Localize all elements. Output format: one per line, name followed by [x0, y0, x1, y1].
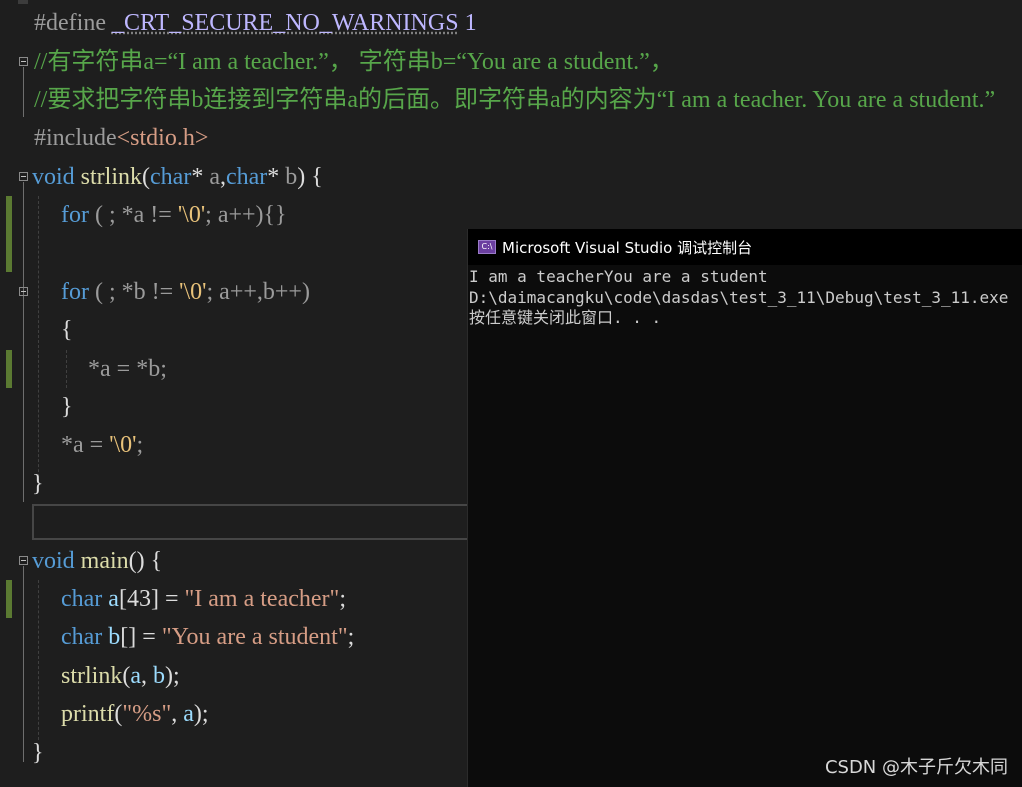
- debug-console-window[interactable]: C:\ Microsoft Visual Studio 调试控制台 I am a…: [467, 229, 1022, 787]
- punct: );: [165, 663, 180, 689]
- code-text: ; a++,b++): [206, 279, 310, 305]
- char-literal: '\0': [177, 202, 206, 228]
- punct: *: [267, 164, 286, 190]
- macro-value: 1: [458, 10, 477, 36]
- change-bar: [6, 580, 12, 618]
- code-line-decl-b: char b[] = "You are a student";: [61, 618, 354, 656]
- define-directive: #define: [34, 10, 112, 36]
- punct: () {: [128, 548, 163, 574]
- outline-line: [23, 566, 24, 762]
- code-line-call-printf: printf("%s", a);: [61, 695, 209, 733]
- code-line-for-1: for ( ; *a != '\0'; a++){}: [61, 196, 287, 234]
- identifier: a: [183, 701, 194, 727]
- code-line-define: #define _CRT_SECURE_NO_WARNINGS 1: [34, 4, 477, 42]
- function-name: strlink: [74, 164, 143, 190]
- code-line-main-signature: void main() {: [32, 542, 162, 580]
- code-text: *a =: [61, 432, 110, 458]
- code-text: ; a++){}: [205, 202, 287, 228]
- punct: *: [191, 164, 210, 190]
- indent-guide: [38, 196, 39, 482]
- keyword-char: char: [150, 164, 192, 190]
- punct: );: [193, 701, 209, 727]
- param-a: a: [209, 164, 220, 190]
- string-literal: "You are a student": [161, 624, 348, 650]
- change-bar: [6, 350, 12, 388]
- keyword-void: void: [32, 548, 75, 574]
- keyword-for: for: [61, 202, 89, 228]
- param-b: b: [285, 164, 298, 190]
- keyword-char: char: [225, 164, 268, 190]
- code-text: ( ; *a !=: [88, 202, 178, 228]
- keyword-char: char: [61, 586, 103, 612]
- punct: ) {: [297, 164, 323, 190]
- console-title-bar[interactable]: C:\ Microsoft Visual Studio 调试控制台: [468, 229, 1022, 265]
- punct: (: [142, 164, 151, 190]
- code-line-strlink-signature: void strlink(char* a,char* b) {: [32, 158, 323, 196]
- code-line-assign: *a = *b;: [88, 356, 167, 382]
- function-name: main: [74, 548, 129, 574]
- collapse-icon[interactable]: [19, 287, 28, 296]
- console-title: Microsoft Visual Studio 调试控制台: [502, 239, 753, 257]
- code-line-end-main: }: [32, 740, 44, 766]
- punct: ;: [347, 624, 355, 650]
- code-text: [43] =: [118, 586, 185, 612]
- code-text: [] =: [120, 624, 162, 650]
- code-line-terminate: *a = '\0';: [61, 426, 143, 464]
- code-text: ( ; *b !=: [88, 279, 180, 305]
- macro-name: _CRT_SECURE_NO_WARNINGS: [111, 10, 459, 36]
- change-bar: [6, 196, 12, 272]
- code-text: ;: [136, 432, 144, 458]
- identifier: b: [102, 624, 121, 650]
- char-literal: '\0': [109, 432, 137, 458]
- outline-line: [23, 67, 24, 117]
- outline-line: [23, 297, 24, 425]
- keyword-char: char: [61, 624, 103, 650]
- collapse-icon[interactable]: [19, 57, 28, 66]
- include-file: <stdio.h>: [116, 125, 209, 151]
- punct: ,: [141, 663, 153, 689]
- char-literal: '\0': [179, 279, 207, 305]
- code-line-for-2: for ( ; *b != '\0'; a++,b++): [61, 273, 310, 311]
- code-line-open-brace: {: [61, 317, 73, 343]
- comment-line-1: //有字符串a=“I am a teacher.”， 字符串b=“You are…: [34, 49, 674, 75]
- indent-guide: [66, 350, 67, 388]
- collapse-icon[interactable]: [19, 556, 28, 565]
- code-line-end-strlink: }: [32, 471, 44, 497]
- console-output-line: D:\daimacangku\code\dasdas\test_3_11\Deb…: [469, 288, 1009, 307]
- function-call: printf: [61, 701, 115, 727]
- console-app-icon: C:\: [478, 240, 496, 254]
- code-line-include: #include<stdio.h>: [34, 119, 208, 157]
- code-line-close-brace: }: [61, 394, 73, 420]
- console-output-line: 按任意键关闭此窗口. . .: [469, 308, 662, 327]
- function-call: strlink: [61, 663, 123, 689]
- identifier: b: [153, 663, 165, 689]
- current-line-highlight[interactable]: [32, 504, 472, 540]
- indent-guide: [38, 580, 39, 740]
- collapse-icon[interactable]: [19, 172, 28, 181]
- comment-line-2: //要求把字符串b连接到字符串a的后面。即字符串a的内容为“I am a tea…: [34, 87, 996, 113]
- string-literal: "%s": [122, 701, 172, 727]
- punct: ,: [171, 701, 184, 727]
- console-output-line: I am a teacherYou are a student: [469, 267, 768, 286]
- editor-top-marker: [18, 0, 28, 4]
- keyword-for: for: [61, 279, 89, 305]
- identifier: a: [130, 663, 141, 689]
- watermark: CSDN @木子斤欠木同: [824, 757, 1008, 778]
- punct: ;: [339, 586, 346, 612]
- include-directive: #include: [34, 125, 117, 151]
- code-line-call-strlink: strlink(a, b);: [61, 657, 180, 695]
- string-literal: "I am a teacher": [184, 586, 340, 612]
- keyword-void: void: [32, 164, 75, 190]
- identifier: a: [102, 586, 119, 612]
- code-line-decl-a: char a[43] = "I am a teacher";: [61, 580, 346, 618]
